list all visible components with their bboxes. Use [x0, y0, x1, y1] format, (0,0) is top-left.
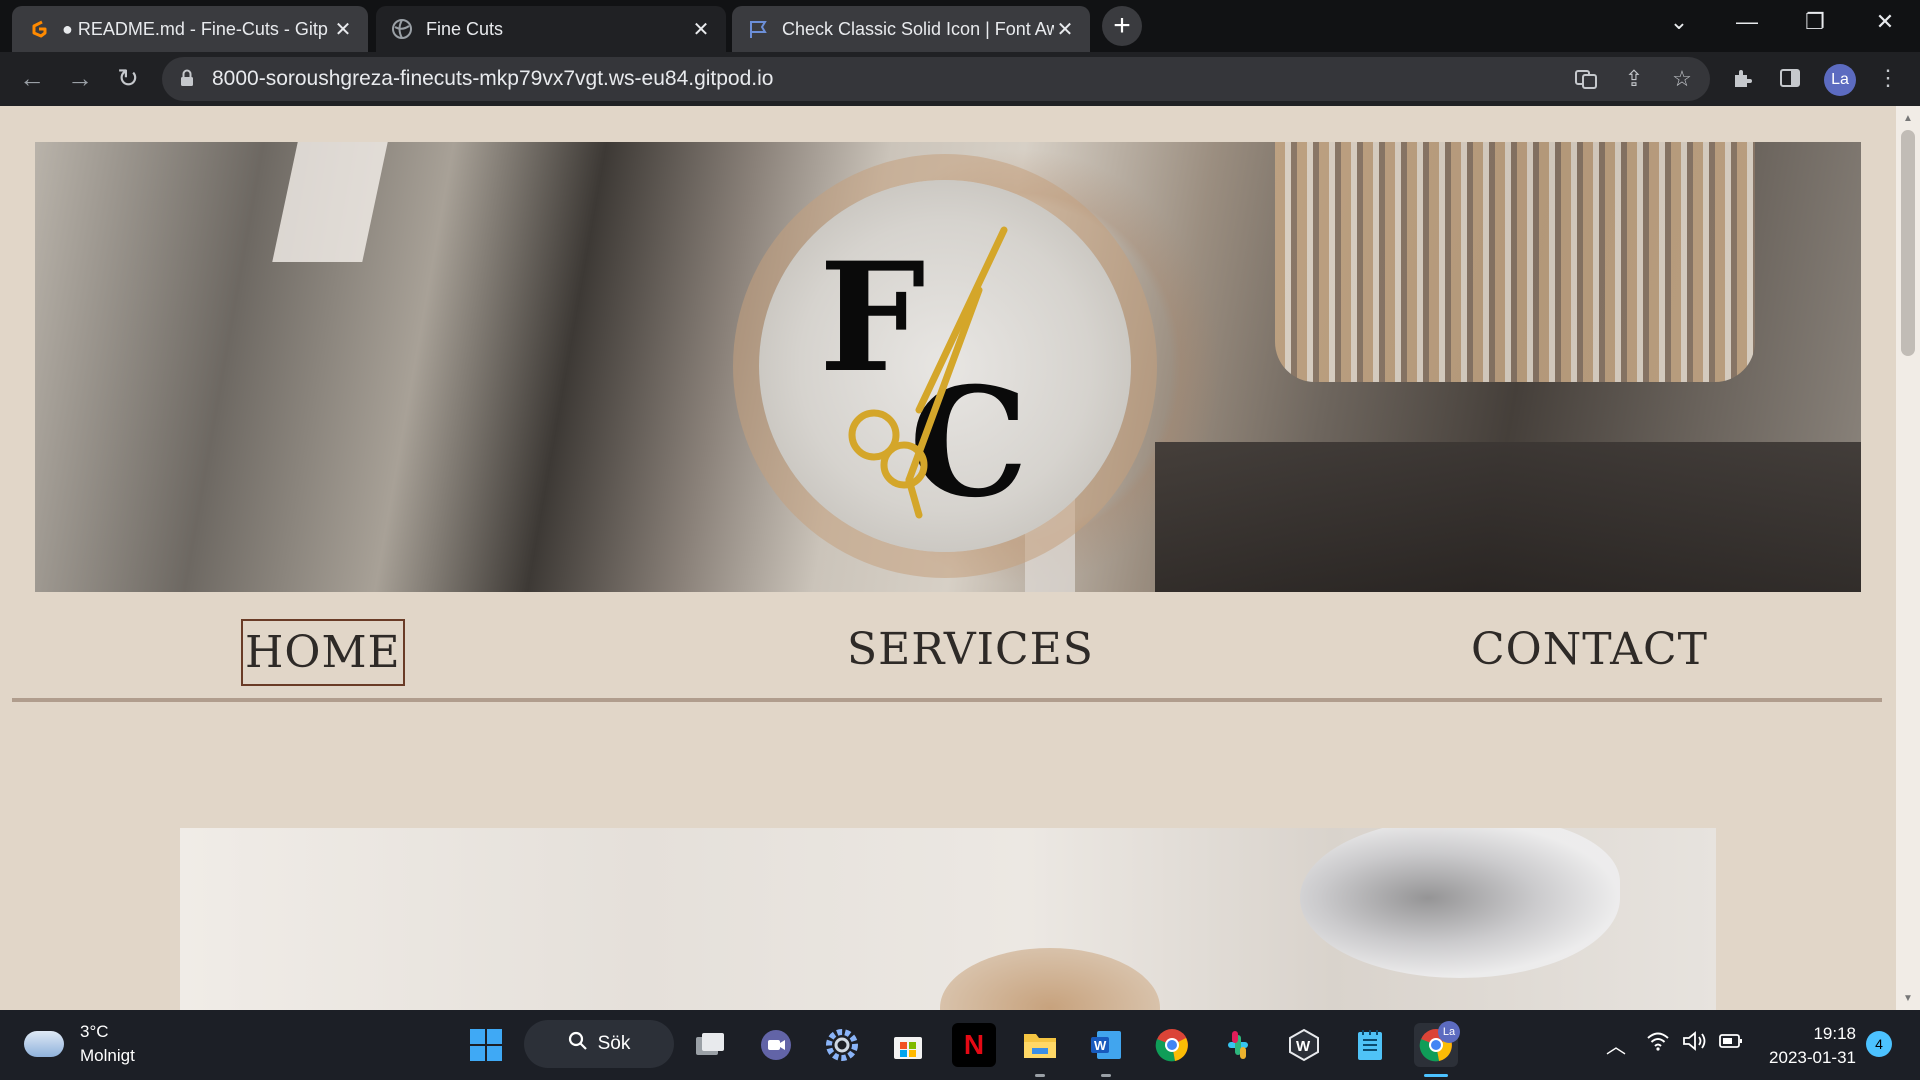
- tab-fine-cuts[interactable]: Fine Cuts ✕: [376, 6, 726, 52]
- notification-badge[interactable]: 4: [1866, 1031, 1892, 1057]
- clock-date: 2023-01-31: [1769, 1048, 1856, 1067]
- page-scrollbar[interactable]: ▲ ▼: [1896, 106, 1920, 1010]
- bookmark-star-icon[interactable]: ☆: [1668, 65, 1696, 93]
- scroll-up-icon[interactable]: ▲: [1896, 108, 1920, 128]
- gitpod-icon: [26, 17, 50, 41]
- hair-dryer-image: [1300, 828, 1620, 978]
- scroll-thumb[interactable]: [1901, 130, 1915, 356]
- window-close-icon[interactable]: ✕: [1860, 0, 1910, 44]
- client-head-image: [940, 948, 1160, 1010]
- nav-services-link[interactable]: SERVICES: [847, 624, 1094, 675]
- chrome-profile-icon[interactable]: La: [1414, 1021, 1460, 1067]
- site-logo[interactable]: F C: [759, 180, 1131, 552]
- tab-font-awesome[interactable]: Check Classic Solid Icon | Font Aw ✕: [732, 6, 1090, 52]
- hero-brushes-image: [1275, 142, 1755, 382]
- active-indicator: [1424, 1074, 1448, 1077]
- globe-icon: [390, 17, 414, 41]
- weather-temp: 3°C: [80, 1022, 109, 1041]
- word-icon[interactable]: W: [1084, 1023, 1128, 1067]
- chrome-icon[interactable]: [1150, 1023, 1194, 1067]
- nav-contact-link[interactable]: CONTACT: [1471, 624, 1708, 675]
- minimize-icon[interactable]: —: [1722, 0, 1772, 44]
- running-indicator: [1101, 1074, 1111, 1077]
- tab-title: Check Classic Solid Icon | Font Aw: [782, 18, 1054, 39]
- battery-icon[interactable]: [1718, 1030, 1744, 1058]
- svg-text:W: W: [1296, 1038, 1311, 1055]
- teams-chat-icon[interactable]: [754, 1023, 798, 1067]
- tab-title: Fine Cuts: [426, 18, 504, 39]
- settings-gear-icon[interactable]: [820, 1023, 864, 1067]
- address-bar[interactable]: 8000-soroushgreza-finecuts-mkp79vx7vgt.w…: [162, 57, 1710, 101]
- cloud-icon: [24, 1031, 64, 1057]
- translate-icon[interactable]: [1572, 65, 1600, 93]
- lock-icon: [180, 69, 194, 92]
- hero-banner: F C: [35, 142, 1861, 592]
- tab-readme[interactable]: ● README.md - Fine-Cuts - Gitp ✕: [12, 6, 368, 52]
- task-view-icon[interactable]: [688, 1023, 732, 1067]
- weather-widget[interactable]: 3°C Molnigt: [24, 1020, 135, 1068]
- new-tab-button[interactable]: +: [1102, 6, 1142, 46]
- restore-icon[interactable]: ❐: [1790, 0, 1840, 44]
- reload-icon[interactable]: ↻: [108, 58, 148, 98]
- page-viewport: F C HOME SERVICES CONTACT: [0, 106, 1920, 1010]
- logo-letter-c: C: [909, 355, 1028, 531]
- clock-time: 19:18: [1813, 1024, 1856, 1043]
- back-arrow-icon[interactable]: ←: [12, 58, 52, 98]
- forward-arrow-icon[interactable]: →: [60, 58, 100, 98]
- close-icon[interactable]: ✕: [1054, 18, 1076, 41]
- hero-light-streak: [272, 142, 388, 262]
- tab-strip: ● README.md - Fine-Cuts - Gitp ✕ Fine Cu…: [0, 0, 1920, 52]
- notepad-icon[interactable]: [1348, 1023, 1392, 1067]
- svg-text:W: W: [1094, 1038, 1107, 1053]
- running-indicator: [1035, 1074, 1045, 1077]
- windows-start-icon[interactable]: [464, 1023, 508, 1067]
- side-panel-icon[interactable]: [1776, 64, 1804, 92]
- file-explorer-icon[interactable]: [1018, 1023, 1062, 1067]
- search-icon: [568, 1031, 588, 1057]
- main-nav: HOME SERVICES CONTACT: [12, 596, 1882, 702]
- close-icon[interactable]: ✕: [690, 18, 712, 41]
- weather-desc: Molnigt: [80, 1046, 135, 1065]
- volume-icon[interactable]: [1682, 1030, 1708, 1058]
- chevron-up-icon[interactable]: ︿: [1606, 1030, 1626, 1059]
- slack-icon[interactable]: [1216, 1023, 1260, 1067]
- scroll-down-icon[interactable]: ▼: [1896, 988, 1920, 1008]
- browser-toolbar: ← → ↻ 8000-soroushgreza-finecuts-mkp79vx…: [0, 52, 1920, 106]
- netflix-icon[interactable]: N: [952, 1023, 996, 1067]
- nav-home-link[interactable]: HOME: [241, 619, 405, 686]
- hero-counter-image: [1155, 442, 1861, 592]
- share-icon[interactable]: ⇪: [1620, 65, 1648, 93]
- windows-taskbar: 3°C Molnigt Sök N W W La ︿ 19:18 2023-01…: [0, 1010, 1920, 1080]
- wifi-icon[interactable]: [1646, 1030, 1670, 1058]
- tab-title: ● README.md - Fine-Cuts - Gitp: [62, 18, 328, 39]
- flag-icon: [746, 17, 770, 41]
- chrome-profile-badge: La: [1438, 1021, 1460, 1043]
- taskbar-search[interactable]: Sök: [524, 1020, 674, 1068]
- system-clock[interactable]: 19:18 2023-01-31: [1766, 1022, 1856, 1070]
- close-icon[interactable]: ✕: [332, 18, 354, 41]
- search-label: Sök: [597, 1033, 631, 1054]
- kebab-menu-icon[interactable]: ⋮: [1874, 64, 1902, 92]
- tab-search-icon[interactable]: ⌄: [1654, 0, 1704, 44]
- extensions-icon[interactable]: [1728, 64, 1756, 92]
- microsoft-store-icon[interactable]: [886, 1023, 930, 1067]
- wsl-w-icon[interactable]: W: [1282, 1023, 1326, 1067]
- salon-photo: [180, 828, 1716, 1010]
- url-text: 8000-soroushgreza-finecuts-mkp79vx7vgt.w…: [212, 67, 774, 90]
- profile-avatar[interactable]: La: [1824, 64, 1856, 96]
